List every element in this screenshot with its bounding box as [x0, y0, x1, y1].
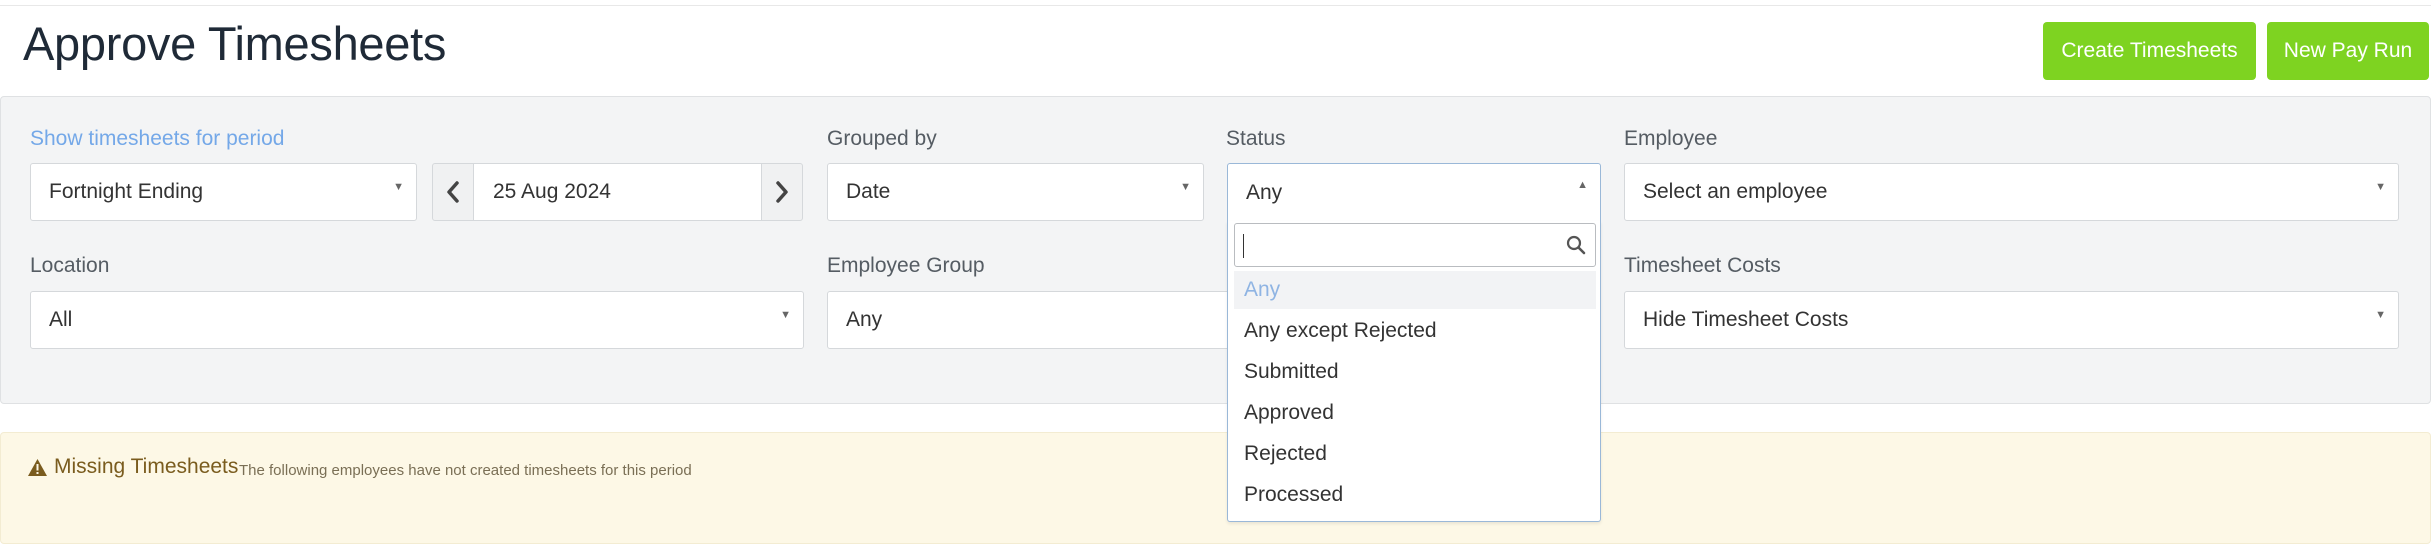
alert-title-text: Missing Timesheets — [54, 455, 239, 478]
filter-panel — [0, 96, 2431, 404]
timesheet-costs-value: Hide Timesheet Costs — [1643, 308, 1849, 331]
timesheet-costs-label: Timesheet Costs — [1624, 254, 1781, 277]
employee-select-placeholder: Select an employee — [1643, 180, 1828, 203]
text-cursor — [1243, 234, 1244, 258]
status-option-processed[interactable]: Processed — [1234, 476, 1596, 514]
location-select[interactable]: All ▼ — [30, 291, 804, 349]
status-select[interactable]: Any ▲ — [1227, 163, 1601, 221]
period-label[interactable]: Show timesheets for period — [30, 127, 284, 151]
caret-down-icon: ▼ — [1180, 181, 1191, 193]
status-search-input[interactable] — [1234, 223, 1596, 267]
grouped-by-value: Date — [846, 180, 891, 203]
next-period-button[interactable] — [761, 163, 803, 221]
timesheet-costs-select[interactable]: Hide Timesheet Costs ▼ — [1624, 291, 2399, 349]
status-option-submitted[interactable]: Submitted — [1234, 353, 1596, 391]
top-divider — [0, 5, 2431, 6]
caret-down-icon: ▼ — [2375, 309, 2386, 321]
period-date-display[interactable]: 25 Aug 2024 — [474, 163, 763, 221]
status-option-any[interactable]: Any — [1234, 271, 1596, 309]
status-dropdown: Any Any except Rejected Submitted Approv… — [1227, 221, 1601, 522]
search-icon — [1566, 235, 1586, 255]
employee-group-value: Any — [846, 308, 883, 331]
caret-up-icon: ▲ — [1577, 179, 1588, 191]
create-timesheets-button[interactable]: Create Timesheets — [2043, 22, 2256, 80]
employee-group-select[interactable]: Any — [827, 291, 1237, 349]
status-option-approved[interactable]: Approved — [1234, 394, 1596, 432]
alert-title: Missing Timesheets — [27, 455, 238, 479]
location-label: Location — [30, 254, 110, 277]
employee-group-label: Employee Group — [827, 254, 985, 277]
previous-period-button[interactable] — [432, 163, 474, 221]
chevron-right-icon — [776, 181, 788, 203]
employee-label: Employee — [1624, 127, 1718, 150]
page-title: Approve Timesheets — [23, 17, 447, 70]
status-option-rejected[interactable]: Rejected — [1234, 435, 1596, 473]
status-option-any-except-rejected[interactable]: Any except Rejected — [1234, 312, 1596, 350]
grouped-by-select[interactable]: Date ▼ — [827, 163, 1204, 221]
alert-message: The following employees have not created… — [239, 462, 692, 479]
caret-down-icon: ▼ — [780, 309, 791, 321]
period-date-value: 25 Aug 2024 — [493, 180, 611, 203]
new-pay-run-button[interactable]: New Pay Run — [2267, 22, 2429, 80]
chevron-left-icon — [447, 181, 459, 203]
caret-down-icon: ▼ — [393, 181, 404, 193]
status-select-value: Any — [1246, 180, 1283, 204]
location-select-value: All — [49, 308, 73, 331]
caret-down-icon: ▼ — [2375, 181, 2386, 193]
period-select-value: Fortnight Ending — [49, 180, 204, 203]
employee-select[interactable]: Select an employee ▼ — [1624, 163, 2399, 221]
warning-icon — [28, 458, 47, 476]
status-label: Status — [1226, 127, 1286, 150]
missing-timesheets-alert: Missing Timesheets The following employe… — [0, 432, 2431, 544]
grouped-by-label: Grouped by — [827, 127, 937, 150]
period-select[interactable]: Fortnight Ending ▼ — [30, 163, 417, 221]
